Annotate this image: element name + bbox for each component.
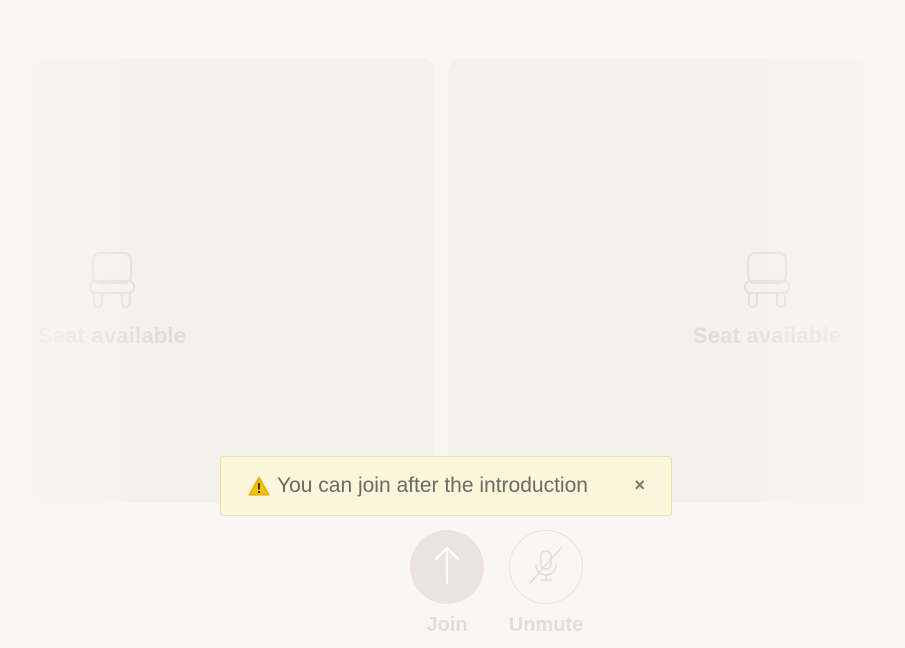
microphone-muted-icon xyxy=(524,543,568,592)
seat-card-right[interactable]: Seat available xyxy=(448,59,878,503)
chair-icon xyxy=(743,251,791,309)
room-stage: Seat available Seat available You can jo… xyxy=(0,0,905,648)
join-button[interactable]: Join xyxy=(392,530,502,637)
notification-toast: You can join after the introduction × xyxy=(220,456,672,516)
seat-content: Seat available xyxy=(677,251,857,349)
seat-available-label: Seat available xyxy=(37,323,187,348)
chair-icon xyxy=(88,251,136,309)
seat-content: Seat available xyxy=(22,251,202,349)
join-label: Join xyxy=(426,614,468,636)
seat-available-label: Seat available xyxy=(692,323,842,348)
seat-card-left[interactable]: Seat available xyxy=(2,59,435,503)
join-circle[interactable] xyxy=(410,530,484,604)
unmute-circle[interactable] xyxy=(509,530,583,604)
close-icon[interactable]: × xyxy=(634,475,645,496)
unmute-button[interactable]: Unmute xyxy=(491,530,601,637)
warning-icon xyxy=(248,476,270,496)
arrow-up-icon xyxy=(433,545,461,590)
toast-message: You can join after the introduction xyxy=(277,474,588,497)
unmute-label: Unmute xyxy=(508,614,584,636)
